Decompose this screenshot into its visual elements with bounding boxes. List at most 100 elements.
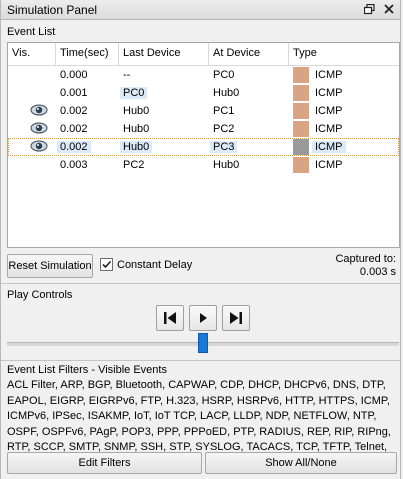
play-controls: Play Controls (1, 283, 400, 357)
captured-label: Captured to: (335, 253, 396, 265)
type-color-swatch[interactable] (293, 103, 309, 120)
time-cell: 0.002 (56, 120, 119, 138)
last-device-cell: Hub0 (119, 102, 209, 120)
col-time[interactable]: Time(sec) (56, 43, 119, 65)
vis-cell[interactable] (8, 66, 56, 84)
time-value: 0.000 (60, 69, 88, 81)
last-device-value: PC0 (120, 87, 148, 99)
at-device-value: PC2 (213, 123, 235, 135)
at-device-cell: PC2 (209, 120, 289, 138)
at-device-cell: PC3 (209, 138, 289, 156)
captured-value: 0.003 s (359, 266, 396, 278)
time-cell: 0.000 (56, 66, 119, 84)
event-list-label: Event List (7, 26, 56, 38)
time-cell: 0.001 (56, 84, 119, 102)
reset-simulation-button[interactable]: Reset Simulation (7, 254, 93, 278)
play-controls-label: Play Controls (7, 289, 73, 301)
table-header: Vis. Time(sec) Last Device At Device Typ… (8, 43, 399, 66)
table-row[interactable]: 0.002 Hub0 PC2 ICMP (8, 120, 399, 138)
col-at-device[interactable]: At Device (209, 43, 289, 65)
vis-cell[interactable] (8, 138, 56, 156)
type-cell[interactable]: ICMP (289, 120, 399, 138)
at-device-cell: PC1 (209, 102, 289, 120)
last-device-cell: Hub0 (119, 138, 209, 156)
event-table[interactable]: Vis. Time(sec) Last Device At Device Typ… (7, 42, 400, 248)
type-value: ICMP (315, 87, 343, 100)
type-value: ICMP (315, 159, 343, 172)
type-color-swatch[interactable] (293, 139, 309, 156)
type-cell[interactable]: ICMP (289, 138, 399, 156)
type-color-swatch[interactable] (293, 85, 309, 102)
last-device-cell: PC2 (119, 156, 209, 174)
type-color-swatch[interactable] (293, 67, 309, 84)
type-value: ICMP (315, 105, 343, 118)
constant-delay-label: Constant Delay (117, 259, 193, 271)
table-row[interactable]: 0.003 PC2 Hub0 ICMP (8, 156, 399, 174)
play-button[interactable] (189, 305, 217, 331)
captured-to: Captured to: 0.003 s (335, 253, 396, 279)
type-cell[interactable]: ICMP (289, 156, 399, 174)
time-value: 0.002 (57, 141, 91, 153)
table-row[interactable]: 0.000 -- PC0 ICMP (8, 66, 399, 84)
play-icon (200, 313, 207, 323)
speed-slider-thumb[interactable] (198, 333, 208, 353)
at-device-value: PC1 (213, 105, 235, 117)
filters-label: Event List Filters - Visible Events (7, 364, 167, 376)
table-body: 0.000 -- PC0 ICMP 0.001 PC0 Hub0 ICMP 0.002 Hub0 P… (8, 66, 399, 174)
step-forward-button[interactable] (222, 305, 250, 331)
at-device-value: PC0 (213, 69, 235, 81)
vis-cell[interactable] (8, 156, 56, 174)
at-device-value: PC3 (210, 141, 238, 153)
at-device-value: Hub0 (213, 159, 240, 171)
last-device-value: -- (123, 69, 131, 81)
check-icon (102, 260, 112, 269)
step-forward-icon (230, 312, 242, 324)
type-value: ICMP (315, 69, 343, 82)
simulation-panel: Simulation Panel Event List Vis. Time(se… (0, 0, 401, 479)
time-value: 0.002 (60, 123, 88, 135)
last-device-cell: PC0 (119, 84, 209, 102)
last-device-value: Hub0 (123, 105, 150, 117)
time-cell: 0.003 (56, 156, 119, 174)
step-back-button[interactable] (156, 305, 184, 331)
edit-filters-button[interactable]: Edit Filters (7, 452, 202, 474)
close-icon[interactable] (382, 2, 396, 16)
last-device-cell: -- (119, 66, 209, 84)
at-device-cell: PC0 (209, 66, 289, 84)
title-bar: Simulation Panel (1, 0, 400, 20)
step-back-icon (164, 312, 176, 324)
type-cell[interactable]: ICMP (289, 66, 399, 84)
vis-cell[interactable] (8, 120, 56, 138)
event-filters: Event List Filters - Visible Events ACL … (1, 362, 400, 479)
col-vis[interactable]: Vis. (8, 43, 56, 65)
time-cell: 0.002 (56, 138, 119, 156)
table-row[interactable]: 0.001 PC0 Hub0 ICMP (8, 84, 399, 102)
vis-cell[interactable] (8, 84, 56, 102)
at-device-cell: Hub0 (209, 156, 289, 174)
table-row[interactable]: 0.002 Hub0 PC3 ICMP (8, 138, 399, 156)
time-value: 0.003 (60, 159, 88, 171)
constant-delay-checkbox[interactable] (100, 258, 113, 271)
type-value: ICMP (315, 123, 343, 136)
restore-icon[interactable] (362, 2, 376, 16)
panel-title: Simulation Panel (7, 3, 98, 17)
last-device-value: PC2 (123, 159, 145, 171)
type-value: ICMP (312, 141, 346, 154)
type-cell[interactable]: ICMP (289, 102, 399, 120)
vis-cell[interactable] (8, 102, 56, 120)
last-device-value: Hub0 (123, 123, 150, 135)
table-row[interactable]: 0.002 Hub0 PC1 ICMP (8, 102, 399, 120)
time-cell: 0.002 (56, 102, 119, 120)
col-type[interactable]: Type (289, 43, 399, 65)
simulation-controls: Reset Simulation Constant Delay Captured… (7, 253, 400, 279)
type-cell[interactable]: ICMP (289, 84, 399, 102)
time-value: 0.001 (60, 87, 88, 99)
at-device-cell: Hub0 (209, 84, 289, 102)
at-device-value: Hub0 (213, 87, 240, 99)
type-color-swatch[interactable] (293, 121, 309, 138)
type-color-swatch[interactable] (293, 157, 309, 174)
last-device-cell: Hub0 (119, 120, 209, 138)
col-last-device[interactable]: Last Device (119, 43, 209, 65)
show-all-none-button[interactable]: Show All/None (205, 452, 397, 474)
time-value: 0.002 (60, 105, 88, 117)
